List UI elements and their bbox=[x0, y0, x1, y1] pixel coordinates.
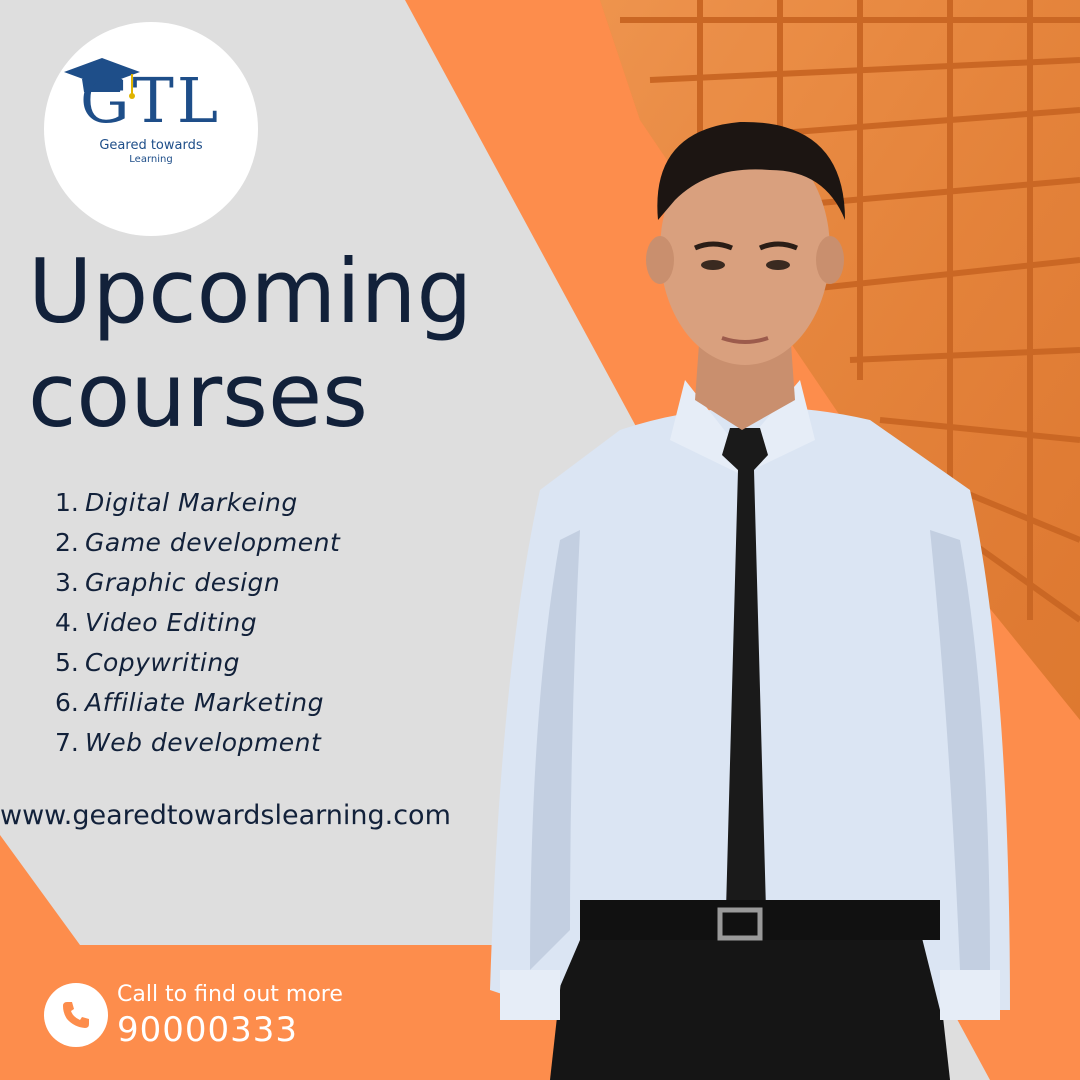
list-item-label: Video Editing bbox=[85, 608, 258, 637]
page-title: Upcoming courses bbox=[28, 240, 472, 448]
list-item: 6. Affiliate Marketing bbox=[55, 683, 340, 723]
list-item-label: Game development bbox=[85, 528, 341, 557]
list-item-number: 1. bbox=[55, 488, 79, 517]
headline-line-2: courses bbox=[28, 344, 369, 447]
list-item-label: Affiliate Marketing bbox=[85, 688, 324, 717]
list-item: 2. Game development bbox=[55, 523, 340, 563]
phone-icon bbox=[63, 1002, 89, 1028]
logo-tagline-main: Geared towards bbox=[99, 138, 203, 153]
list-item-label: Web development bbox=[85, 728, 322, 757]
list-item-number: 4. bbox=[55, 608, 79, 637]
list-item: 3. Graphic design bbox=[55, 563, 340, 603]
logo-wordmark: GTL bbox=[80, 64, 222, 137]
list-item-number: 5. bbox=[55, 648, 79, 677]
list-item-number: 2. bbox=[55, 528, 79, 557]
list-item: 4. Video Editing bbox=[55, 603, 340, 643]
logo-tagline-sub: Learning bbox=[129, 153, 173, 165]
list-item-label: Digital Markeing bbox=[85, 488, 298, 517]
list-item: 5. Copywriting bbox=[55, 643, 340, 683]
list-item-number: 3. bbox=[55, 568, 79, 597]
logo-tagline: Geared towards Learning bbox=[44, 138, 258, 166]
list-item-number: 6. bbox=[55, 688, 79, 717]
phone-number[interactable]: 90000333 bbox=[117, 1010, 298, 1050]
list-item: 7. Web development bbox=[55, 723, 340, 763]
call-to-action-text: Call to find out more bbox=[117, 982, 343, 1007]
list-item-label: Copywriting bbox=[85, 648, 241, 677]
course-poster: GTL Geared towards Learning Upcoming cou… bbox=[0, 0, 1080, 1080]
list-item: 1. Digital Markeing bbox=[55, 483, 340, 523]
headline-line-1: Upcoming bbox=[28, 240, 473, 343]
list-item-number: 7. bbox=[55, 728, 79, 757]
businessman-photo bbox=[490, 121, 1010, 1080]
website-link[interactable]: www.gearedtowardslearning.com bbox=[0, 800, 451, 831]
phone-icon-badge[interactable] bbox=[44, 983, 108, 1047]
list-item-label: Graphic design bbox=[85, 568, 281, 597]
course-list: 1. Digital Markeing 2. Game development 3.… bbox=[55, 483, 340, 763]
